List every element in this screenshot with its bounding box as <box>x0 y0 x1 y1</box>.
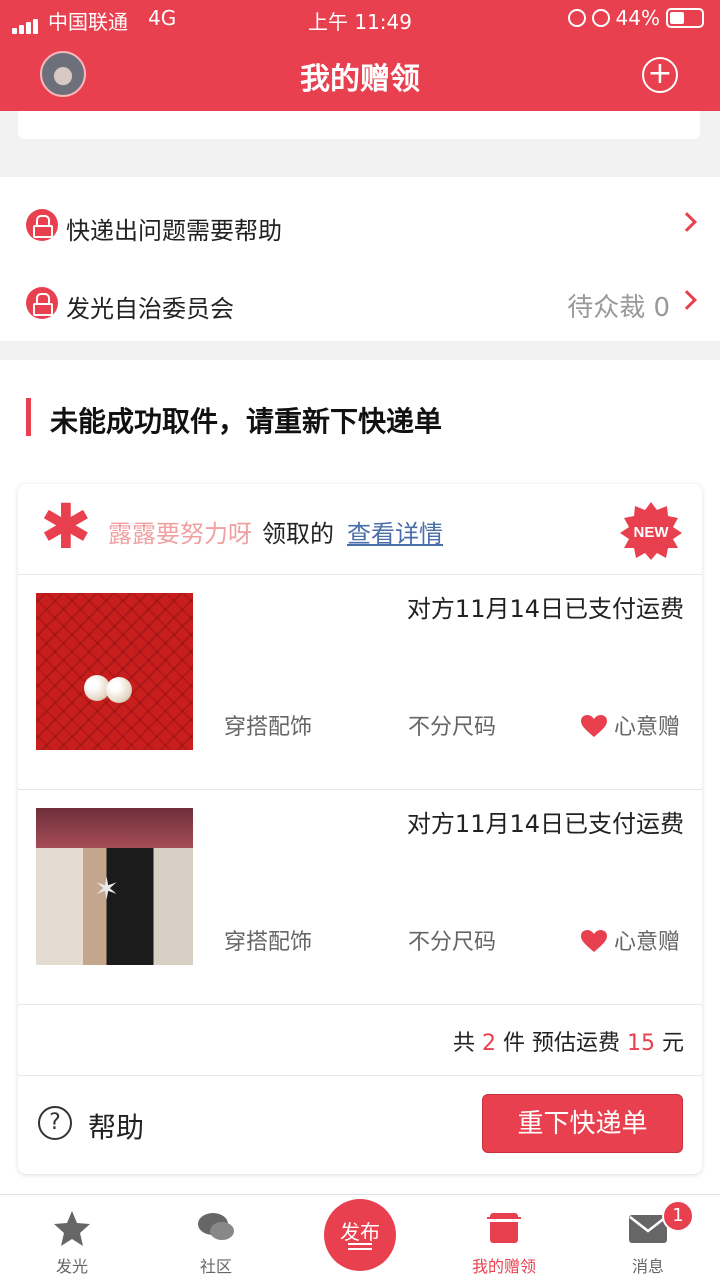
item-photo-necklace[interactable]: ✶ <box>36 808 193 965</box>
order-item[interactable]: 对方11月14日已支付运费 穿搭配饰 不分尺码 心意赠 <box>18 575 702 790</box>
tab-glow[interactable]: 发光 <box>0 1195 144 1280</box>
service-icon <box>26 287 58 319</box>
menu-item-label: 快递出问题需要帮助 <box>66 217 282 245</box>
rotation-lock-icon <box>567 9 586 27</box>
chat-bubbles-icon <box>198 1213 234 1240</box>
section-title: 未能成功取件，请重新下快递单 <box>50 405 443 438</box>
shipping-label: 预估运费 <box>531 1031 620 1056</box>
heart-icon <box>581 715 607 737</box>
question-circle-icon[interactable]: ? <box>38 1106 72 1140</box>
shipping-fee: 15 <box>626 1031 655 1056</box>
order-card: ✱ 露露要努力呀 领取的 查看详情 NEW 对方11月14日已支付运费 穿搭配饰… <box>18 484 702 1174</box>
summary-prefix: 共 <box>452 1031 475 1056</box>
view-details-link[interactable]: 查看详情 <box>347 514 443 549</box>
tab-label: 发光 <box>55 1257 88 1276</box>
chevron-right-icon <box>677 212 697 232</box>
plus-circle-icon[interactable]: + <box>642 57 678 93</box>
menu-item-delivery-help[interactable]: 快递出问题需要帮助 <box>0 185 720 265</box>
order-summary: 共 2 件 预估运费 15 元 <box>18 1005 702 1076</box>
menu-item-committee[interactable]: 发光自治委员会 待众裁 0 <box>0 263 720 343</box>
help-menu: 快递出问题需要帮助 发光自治委员会 待众裁 0 <box>0 177 720 341</box>
alarm-icon <box>591 9 610 27</box>
menu-item-label: 发光自治委员会 <box>66 295 234 323</box>
menu-lines-icon <box>348 1243 372 1245</box>
star-icon <box>54 1211 90 1246</box>
help-link[interactable]: 帮助 <box>88 1106 144 1146</box>
currency-unit: 元 <box>661 1031 684 1056</box>
page-title: 我的赠领 <box>300 62 420 97</box>
payment-status: 对方11月14日已支付运费 <box>406 810 684 838</box>
item-size: 不分尺码 <box>408 930 497 955</box>
battery-icon <box>666 8 704 28</box>
order-item[interactable]: ✶ 对方11月14日已支付运费 穿搭配饰 不分尺码 心意赠 <box>18 790 702 1005</box>
failed-pickup-section: 未能成功取件，请重新下快递单 ✱ 露露要努力呀 领取的 查看详情 NEW 对方1… <box>0 360 720 1194</box>
publish-label: 发布 <box>340 1220 380 1244</box>
giver-name[interactable]: 露露要努力呀 <box>108 514 252 549</box>
order-card-footer: ? 帮助 重下快递单 <box>18 1076 702 1174</box>
new-badge-label: NEW <box>634 524 670 541</box>
claimed-text: 领取的 <box>262 520 334 548</box>
item-size: 不分尺码 <box>408 715 497 740</box>
tab-label: 消息 <box>631 1257 664 1276</box>
gift-box-icon <box>487 1213 521 1243</box>
count-unit: 件 <box>502 1031 525 1056</box>
item-category: 穿搭配饰 <box>224 715 313 740</box>
reorder-shipping-button[interactable]: 重下快递单 <box>482 1094 683 1153</box>
heart-icon <box>581 930 607 952</box>
gift-type: 心意赠 <box>614 930 681 955</box>
summary-text: 共 2 件 预估运费 15 元 <box>453 1025 684 1057</box>
tab-label: 社区 <box>199 1257 232 1276</box>
item-count: 2 <box>481 1031 496 1056</box>
tab-messages[interactable]: 消息 <box>576 1195 720 1280</box>
battery-percent: 44% <box>615 6 660 30</box>
service-icon <box>26 209 58 241</box>
gift-type: 心意赠 <box>614 715 681 740</box>
payment-status: 对方11月14日已支付运费 <box>406 595 684 623</box>
order-card-header: ✱ 露露要努力呀 领取的 查看详情 NEW <box>18 484 702 575</box>
flower-icon: ✱ <box>40 490 92 563</box>
previous-card-bottom <box>18 111 700 139</box>
item-category: 穿搭配饰 <box>224 930 313 955</box>
item-photo-earrings[interactable] <box>36 593 193 750</box>
section-accent-bar <box>26 398 31 436</box>
tab-label: 我的赠领 <box>471 1257 536 1276</box>
app-header: 中国联通 4G 上午 11:49 44% 我的赠领 + <box>0 0 720 111</box>
tab-my-gifts[interactable]: 我的赠领 <box>432 1195 576 1280</box>
publish-button[interactable]: 发布 <box>324 1199 396 1271</box>
pending-count: 待众裁 0 <box>567 293 670 323</box>
status-bar: 中国联通 4G 上午 11:49 44% <box>0 0 720 36</box>
tab-community[interactable]: 社区 <box>144 1195 288 1280</box>
message-badge: 1 <box>662 1200 694 1232</box>
new-badge: NEW <box>620 502 682 560</box>
chevron-right-icon <box>677 290 697 310</box>
